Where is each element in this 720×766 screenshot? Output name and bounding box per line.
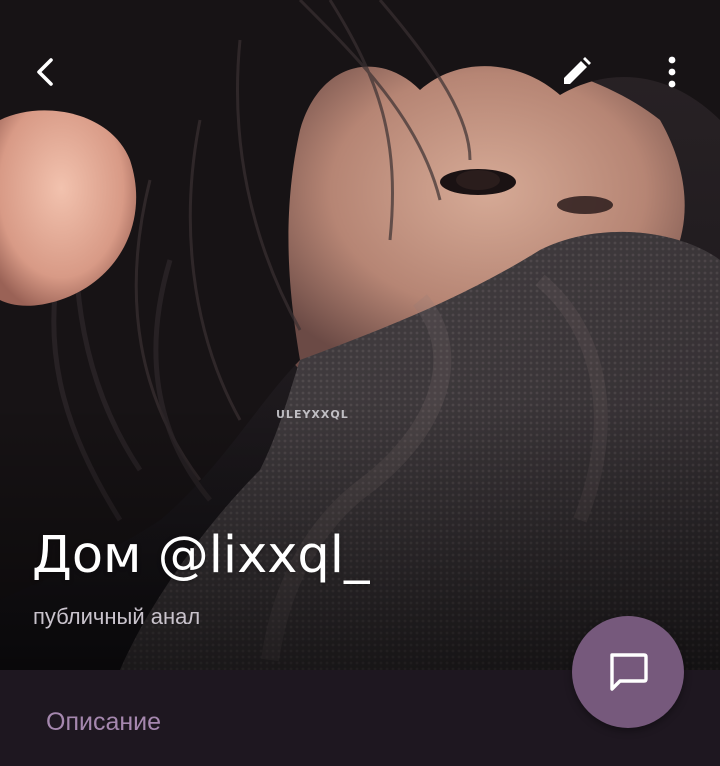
more-vertical-icon [668,56,676,88]
chevron-left-icon [37,58,53,86]
message-icon [610,653,648,691]
channel-subtitle: публичный анал [33,604,201,629]
back-button[interactable] [18,44,74,100]
photo-watermark: ULEYXXQL [276,408,349,421]
message-fab-button[interactable] [572,616,684,728]
pencil-icon [564,57,591,84]
edit-button[interactable] [548,44,604,100]
more-options-button[interactable] [644,44,700,100]
description-section-header: Описание [46,708,162,736]
profile-screen: ULEYXXQL Дом @lixxql_ публичный анал Опи… [0,0,720,766]
channel-title: Дом @lixxql_ [32,526,370,585]
